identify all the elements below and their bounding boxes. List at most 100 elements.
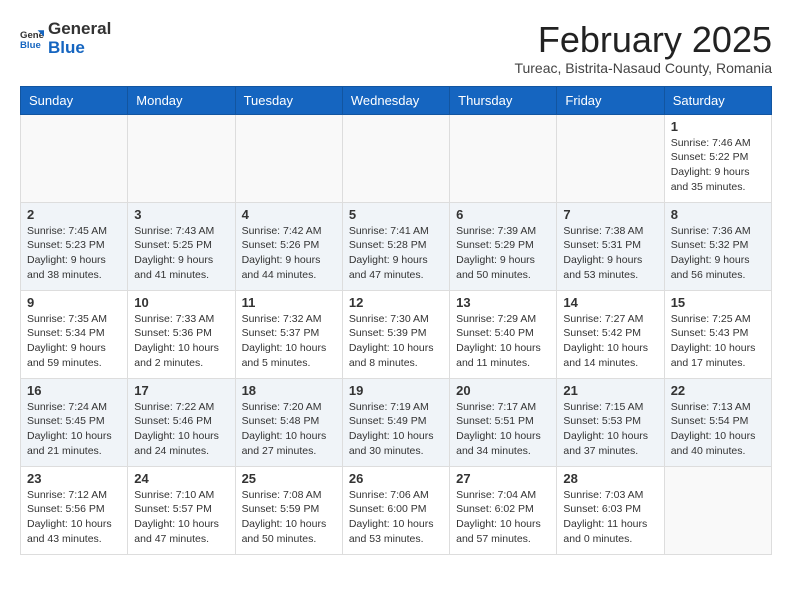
day-info: Sunrise: 7:08 AM Sunset: 5:59 PM Dayligh… — [242, 488, 336, 547]
calendar-day-cell: 19 Sunrise: 7:19 AM Sunset: 5:49 PM Dayli… — [342, 378, 449, 466]
weekday-header-thursday: Thursday — [450, 86, 557, 114]
day-info: Sunrise: 7:41 AM Sunset: 5:28 PM Dayligh… — [349, 224, 443, 283]
logo: General Blue General Blue — [20, 20, 111, 57]
day-info: Sunrise: 7:12 AM Sunset: 5:56 PM Dayligh… — [27, 488, 121, 547]
calendar-day-cell — [21, 114, 128, 202]
weekday-header-sunday: Sunday — [21, 86, 128, 114]
day-number: 7 — [563, 207, 657, 222]
calendar-table: SundayMondayTuesdayWednesdayThursdayFrid… — [20, 86, 772, 555]
day-number: 17 — [134, 383, 228, 398]
calendar-day-cell: 26 Sunrise: 7:06 AM Sunset: 6:00 PM Dayli… — [342, 466, 449, 554]
calendar-day-cell — [664, 466, 771, 554]
day-info: Sunrise: 7:27 AM Sunset: 5:42 PM Dayligh… — [563, 312, 657, 371]
day-number: 24 — [134, 471, 228, 486]
day-number: 5 — [349, 207, 443, 222]
day-info: Sunrise: 7:35 AM Sunset: 5:34 PM Dayligh… — [27, 312, 121, 371]
calendar-day-cell: 4Sunrise: 7:42 AM Sunset: 5:26 PM Daylig… — [235, 202, 342, 290]
day-info: Sunrise: 7:17 AM Sunset: 5:51 PM Dayligh… — [456, 400, 550, 459]
day-info: Sunrise: 7:10 AM Sunset: 5:57 PM Dayligh… — [134, 488, 228, 547]
calendar-day-cell: 15Sunrise: 7:25 AM Sunset: 5:43 PM Dayli… — [664, 290, 771, 378]
day-number: 23 — [27, 471, 121, 486]
calendar-day-cell: 11Sunrise: 7:32 AM Sunset: 5:37 PM Dayli… — [235, 290, 342, 378]
day-number: 16 — [27, 383, 121, 398]
day-number: 8 — [671, 207, 765, 222]
weekday-header-row: SundayMondayTuesdayWednesdayThursdayFrid… — [21, 86, 772, 114]
weekday-header-tuesday: Tuesday — [235, 86, 342, 114]
calendar-week-row: 16 Sunrise: 7:24 AM Sunset: 5:45 PM Dayli… — [21, 378, 772, 466]
calendar-day-cell: 9 Sunrise: 7:35 AM Sunset: 5:34 PM Daylig… — [21, 290, 128, 378]
day-number: 14 — [563, 295, 657, 310]
day-info: Sunrise: 7:22 AM Sunset: 5:46 PM Dayligh… — [134, 400, 228, 459]
calendar-day-cell: 18 Sunrise: 7:20 AM Sunset: 5:48 PM Dayli… — [235, 378, 342, 466]
calendar-day-cell — [128, 114, 235, 202]
weekday-header-wednesday: Wednesday — [342, 86, 449, 114]
calendar-day-cell — [557, 114, 664, 202]
calendar-day-cell: 22 Sunrise: 7:13 AM Sunset: 5:54 PM Dayli… — [664, 378, 771, 466]
day-number: 13 — [456, 295, 550, 310]
calendar-week-row: 1 Sunrise: 7:46 AM Sunset: 5:22 PM Daylig… — [21, 114, 772, 202]
day-number: 6 — [456, 207, 550, 222]
day-info: Sunrise: 7:06 AM Sunset: 6:00 PM Dayligh… — [349, 488, 443, 547]
logo-general-text: General — [48, 20, 111, 39]
calendar-day-cell — [450, 114, 557, 202]
page-header: General Blue General Blue February 2025 … — [20, 20, 772, 76]
day-number: 25 — [242, 471, 336, 486]
day-info: Sunrise: 7:19 AM Sunset: 5:49 PM Dayligh… — [349, 400, 443, 459]
calendar-day-cell: 23 Sunrise: 7:12 AM Sunset: 5:56 PM Dayli… — [21, 466, 128, 554]
weekday-header-monday: Monday — [128, 86, 235, 114]
logo-icon: General Blue — [20, 27, 44, 51]
day-info: Sunrise: 7:20 AM Sunset: 5:48 PM Dayligh… — [242, 400, 336, 459]
day-number: 1 — [671, 119, 765, 134]
day-info: Sunrise: 7:15 AM Sunset: 5:53 PM Dayligh… — [563, 400, 657, 459]
calendar-day-cell: 10Sunrise: 7:33 AM Sunset: 5:36 PM Dayli… — [128, 290, 235, 378]
day-info: Sunrise: 7:13 AM Sunset: 5:54 PM Dayligh… — [671, 400, 765, 459]
calendar-day-cell — [342, 114, 449, 202]
logo-blue-text: Blue — [48, 39, 111, 58]
day-number: 27 — [456, 471, 550, 486]
calendar-day-cell: 14 Sunrise: 7:27 AM Sunset: 5:42 PM Dayli… — [557, 290, 664, 378]
day-info: Sunrise: 7:30 AM Sunset: 5:39 PM Dayligh… — [349, 312, 443, 371]
calendar-day-cell: 13 Sunrise: 7:29 AM Sunset: 5:40 PM Dayli… — [450, 290, 557, 378]
svg-text:Blue: Blue — [20, 39, 41, 50]
day-number: 19 — [349, 383, 443, 398]
calendar-day-cell: 8Sunrise: 7:36 AM Sunset: 5:32 PM Daylig… — [664, 202, 771, 290]
calendar-day-cell: 3 Sunrise: 7:43 AM Sunset: 5:25 PM Daylig… — [128, 202, 235, 290]
calendar-day-cell: 6Sunrise: 7:39 AM Sunset: 5:29 PM Daylig… — [450, 202, 557, 290]
day-info: Sunrise: 7:32 AM Sunset: 5:37 PM Dayligh… — [242, 312, 336, 371]
calendar-day-cell: 5 Sunrise: 7:41 AM Sunset: 5:28 PM Daylig… — [342, 202, 449, 290]
calendar-week-row: 23 Sunrise: 7:12 AM Sunset: 5:56 PM Dayli… — [21, 466, 772, 554]
calendar-day-cell: 21Sunrise: 7:15 AM Sunset: 5:53 PM Dayli… — [557, 378, 664, 466]
calendar-week-row: 2Sunrise: 7:45 AM Sunset: 5:23 PM Daylig… — [21, 202, 772, 290]
day-info: Sunrise: 7:24 AM Sunset: 5:45 PM Dayligh… — [27, 400, 121, 459]
day-info: Sunrise: 7:03 AM Sunset: 6:03 PM Dayligh… — [563, 488, 657, 547]
calendar-day-cell: 16 Sunrise: 7:24 AM Sunset: 5:45 PM Dayli… — [21, 378, 128, 466]
day-number: 20 — [456, 383, 550, 398]
day-number: 4 — [242, 207, 336, 222]
calendar-day-cell: 20 Sunrise: 7:17 AM Sunset: 5:51 PM Dayli… — [450, 378, 557, 466]
day-number: 3 — [134, 207, 228, 222]
title-section: February 2025 Tureac, Bistrita-Nasaud Co… — [514, 20, 772, 76]
day-number: 18 — [242, 383, 336, 398]
calendar-day-cell: 24 Sunrise: 7:10 AM Sunset: 5:57 PM Dayli… — [128, 466, 235, 554]
day-info: Sunrise: 7:43 AM Sunset: 5:25 PM Dayligh… — [134, 224, 228, 283]
location-subtitle: Tureac, Bistrita-Nasaud County, Romania — [514, 60, 772, 76]
month-title: February 2025 — [514, 20, 772, 60]
day-number: 22 — [671, 383, 765, 398]
calendar-day-cell: 28 Sunrise: 7:03 AM Sunset: 6:03 PM Dayli… — [557, 466, 664, 554]
day-number: 15 — [671, 295, 765, 310]
calendar-day-cell: 25 Sunrise: 7:08 AM Sunset: 5:59 PM Dayli… — [235, 466, 342, 554]
day-number: 9 — [27, 295, 121, 310]
day-info: Sunrise: 7:29 AM Sunset: 5:40 PM Dayligh… — [456, 312, 550, 371]
calendar-day-cell: 7 Sunrise: 7:38 AM Sunset: 5:31 PM Daylig… — [557, 202, 664, 290]
calendar-day-cell: 27Sunrise: 7:04 AM Sunset: 6:02 PM Dayli… — [450, 466, 557, 554]
calendar-day-cell: 17 Sunrise: 7:22 AM Sunset: 5:46 PM Dayli… — [128, 378, 235, 466]
day-number: 2 — [27, 207, 121, 222]
weekday-header-saturday: Saturday — [664, 86, 771, 114]
calendar-day-cell: 2Sunrise: 7:45 AM Sunset: 5:23 PM Daylig… — [21, 202, 128, 290]
calendar-day-cell — [235, 114, 342, 202]
calendar-day-cell: 1 Sunrise: 7:46 AM Sunset: 5:22 PM Daylig… — [664, 114, 771, 202]
day-number: 26 — [349, 471, 443, 486]
day-info: Sunrise: 7:38 AM Sunset: 5:31 PM Dayligh… — [563, 224, 657, 283]
day-number: 28 — [563, 471, 657, 486]
day-info: Sunrise: 7:46 AM Sunset: 5:22 PM Dayligh… — [671, 136, 765, 195]
